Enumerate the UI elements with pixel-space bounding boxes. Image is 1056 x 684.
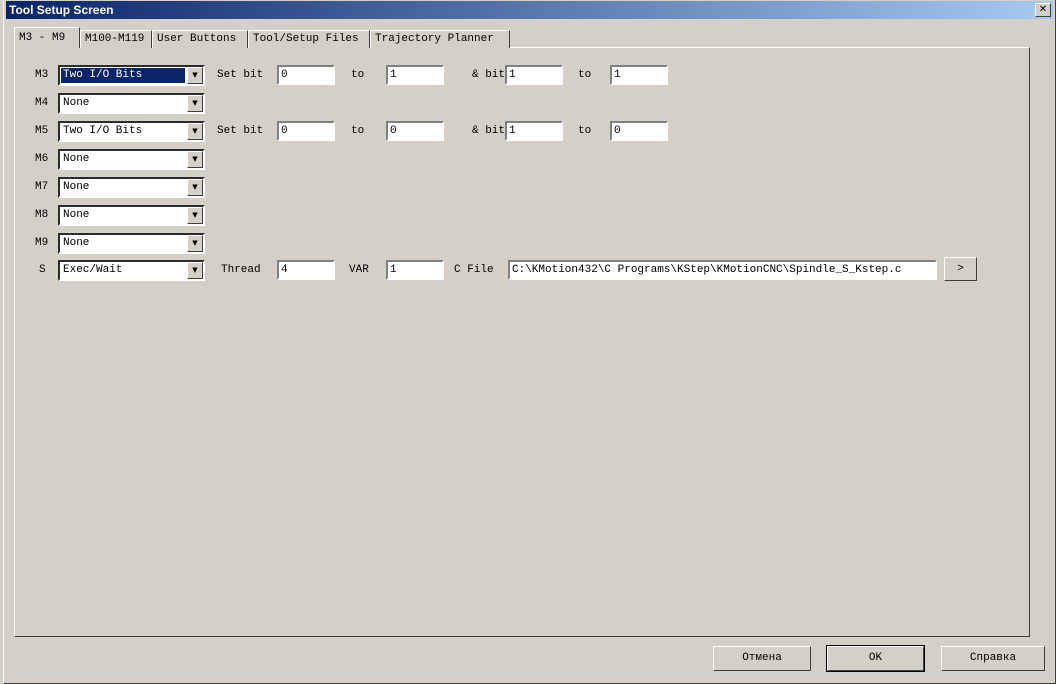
select-value: Two I/O Bits [61,68,185,83]
tab-m100-m119[interactable]: M100-M119 [80,30,152,48]
thread-input[interactable]: 4 [277,260,335,280]
tab-tool-setup-files[interactable]: Tool/Setup Files [248,30,370,48]
tab-trajectory-planner[interactable]: Trajectory Planner [370,30,510,48]
cancel-button[interactable]: Отмена [713,646,811,671]
action-select-m9[interactable]: None ▼ [58,233,205,254]
row-label-m6: M6 [35,153,49,165]
action-select-m5[interactable]: Two I/O Bits ▼ [58,121,205,142]
action-select-m6[interactable]: None ▼ [58,149,205,170]
action-select-s[interactable]: Exec/Wait ▼ [58,260,205,281]
row-label-m8: M8 [35,209,49,221]
ok-button[interactable]: OK [826,645,925,672]
chevron-down-icon[interactable]: ▼ [187,262,203,279]
set-bit-input-m5[interactable]: 0 [277,121,335,141]
and-bit-input-m5[interactable]: 1 [505,121,563,141]
set-bit-label: Set bit [217,125,264,137]
to-label: to [351,125,365,137]
c-file-label: C File [454,264,494,276]
and-bit-label: & bit [472,69,506,81]
to-label: to [351,69,365,81]
chevron-down-icon[interactable]: ▼ [187,179,203,196]
row-label-m9: M9 [35,237,49,249]
help-button[interactable]: Справка [941,646,1045,671]
select-value: None [63,181,90,193]
action-select-m4[interactable]: None ▼ [58,93,205,114]
select-value: None [63,209,90,221]
to-label: to [578,125,592,137]
row-label-m7: M7 [35,181,49,193]
var-label: VAR [349,264,369,276]
to-input-m3[interactable]: 1 [386,65,444,85]
set-bit-input-m3[interactable]: 0 [277,65,335,85]
var-input[interactable]: 1 [386,260,444,280]
select-value: None [63,153,90,165]
select-value: Two I/O Bits [63,125,143,137]
thread-label: Thread [221,264,261,276]
row-label-m3: M3 [35,69,49,81]
tab-m3-m9[interactable]: M3 - M9 [14,27,80,48]
row-label-m4: M4 [35,97,49,109]
and-bit-input-m3[interactable]: 1 [505,65,563,85]
chevron-down-icon[interactable]: ▼ [187,67,203,84]
close-icon[interactable]: ✕ [1035,3,1051,17]
chevron-down-icon[interactable]: ▼ [187,235,203,252]
row-label-s: S [39,264,46,276]
to2-input-m5[interactable]: 0 [610,121,668,141]
select-value: Exec/Wait [63,264,123,276]
select-value: None [63,97,90,109]
action-select-m3[interactable]: Two I/O Bits ▼ [58,65,205,86]
to2-input-m3[interactable]: 1 [610,65,668,85]
chevron-down-icon[interactable]: ▼ [187,95,203,112]
chevron-down-icon[interactable]: ▼ [187,123,203,140]
browse-button[interactable]: > [944,257,977,281]
tab-user-buttons[interactable]: User Buttons [152,30,248,48]
chevron-down-icon[interactable]: ▼ [187,207,203,224]
set-bit-label: Set bit [217,69,264,81]
tool-setup-dialog: Tool Setup Screen ✕ Отмена OK Справка M3… [3,0,1056,684]
chevron-down-icon[interactable]: ▼ [187,151,203,168]
window-title: Tool Setup Screen [9,3,114,17]
action-select-m7[interactable]: None ▼ [58,177,205,198]
action-select-m8[interactable]: None ▼ [58,205,205,226]
and-bit-label: & bit [472,125,506,137]
c-file-input[interactable]: C:\KMotion432\C Programs\KStep\KMotionCN… [508,260,937,280]
to-input-m5[interactable]: 0 [386,121,444,141]
select-value: None [63,237,90,249]
row-label-m5: M5 [35,125,49,137]
to-label: to [578,69,592,81]
title-bar: Tool Setup Screen ✕ [6,1,1053,19]
